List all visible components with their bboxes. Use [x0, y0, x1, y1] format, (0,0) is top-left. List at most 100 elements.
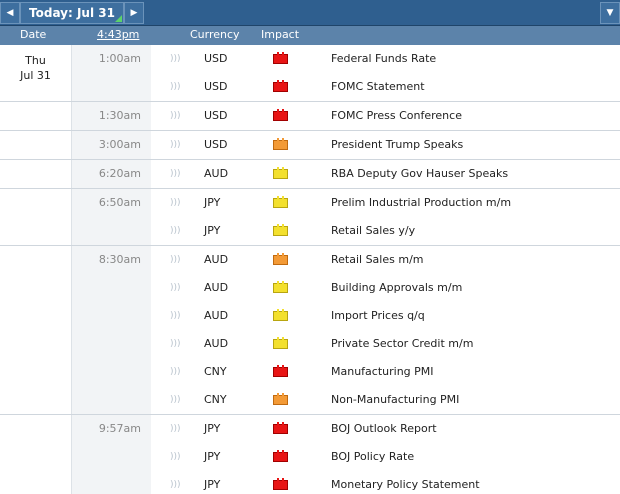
time-group: 8:30am))) AUD Retail Sales m/m))) AUD Buildi… [0, 245, 620, 414]
event-title[interactable]: Import Prices q/q [331, 309, 425, 322]
high-impact-icon[interactable] [273, 450, 288, 462]
date-column-header: Date [20, 28, 47, 41]
sound-icon[interactable]: ))) [170, 480, 181, 490]
currency-cell: USD [204, 52, 228, 65]
event-time: 1:00am [98, 52, 141, 65]
sound-icon[interactable]: ))) [170, 424, 181, 434]
high-impact-icon[interactable] [273, 478, 288, 490]
event-title[interactable]: FOMC Statement [331, 80, 425, 93]
time-cell: 8:30am [71, 246, 151, 274]
calendar-options-button[interactable]: ▼ [600, 2, 620, 24]
event-row[interactable]: 6:20am))) AUD RBA Deputy Gov Hauser Speaks [0, 160, 620, 188]
event-title[interactable]: Private Sector Credit m/m [331, 337, 473, 350]
event-row[interactable]: ))) AUD Building Approvals m/m [0, 274, 620, 302]
medium-impact-icon[interactable] [273, 138, 288, 150]
event-row[interactable]: ))) JPY Retail Sales y/y [0, 217, 620, 245]
sound-icon[interactable]: ))) [170, 255, 181, 265]
sound-icon[interactable]: ))) [170, 169, 181, 179]
event-title[interactable]: Retail Sales m/m [331, 253, 424, 266]
today-marker-icon [115, 15, 122, 22]
high-impact-icon[interactable] [273, 52, 288, 64]
event-title[interactable]: BOJ Outlook Report [331, 422, 437, 435]
currency-cell: AUD [204, 337, 229, 350]
event-title[interactable]: Prelim Industrial Production m/m [331, 196, 511, 209]
event-row[interactable]: ))) USD FOMC Statement [0, 73, 620, 101]
sound-icon[interactable]: ))) [170, 111, 181, 121]
time-cell: 6:50am [71, 189, 151, 217]
event-title[interactable]: Building Approvals m/m [331, 281, 462, 294]
time-cell: 6:20am [71, 160, 151, 188]
currency-cell: JPY [204, 450, 221, 463]
currency-cell: JPY [204, 478, 221, 491]
event-row[interactable]: 3:00am))) USD President Trump Speaks [0, 131, 620, 159]
sound-icon[interactable]: ))) [170, 283, 181, 293]
sound-icon[interactable]: ))) [170, 140, 181, 150]
event-row[interactable]: ))) JPY Monetary Policy Statement [0, 471, 620, 494]
event-time: 6:50am [98, 196, 141, 209]
low-impact-icon[interactable] [273, 337, 288, 349]
event-title[interactable]: FOMC Press Conference [331, 109, 462, 122]
sound-icon[interactable]: ))) [170, 339, 181, 349]
currency-cell: CNY [204, 365, 227, 378]
time-group: 1:00am))) USD Federal Funds Rate))) USD FOMC… [0, 45, 620, 101]
event-row[interactable]: ))) AUD Import Prices q/q [0, 302, 620, 330]
currency-cell: CNY [204, 393, 227, 406]
sound-icon[interactable]: ))) [170, 82, 181, 92]
low-impact-icon[interactable] [273, 224, 288, 236]
high-impact-icon[interactable] [273, 422, 288, 434]
sound-icon[interactable]: ))) [170, 395, 181, 405]
sound-icon[interactable]: ))) [170, 452, 181, 462]
currency-column-header: Currency [190, 28, 240, 41]
event-title[interactable]: Retail Sales y/y [331, 224, 415, 237]
event-title[interactable]: Monetary Policy Statement [331, 478, 480, 491]
event-row[interactable]: 8:30am))) AUD Retail Sales m/m [0, 246, 620, 274]
time-cell: 9:57am [71, 415, 151, 443]
event-time: 3:00am [98, 138, 141, 151]
current-time-link[interactable]: 4:43pm [97, 28, 139, 41]
chevron-down-icon: ▼ [606, 8, 614, 18]
low-impact-icon[interactable] [273, 167, 288, 179]
time-cell: 3:00am [71, 131, 151, 159]
sound-icon[interactable]: ))) [170, 367, 181, 377]
high-impact-icon[interactable] [273, 109, 288, 121]
left-arrow-icon: ◀ [6, 8, 14, 18]
sound-icon[interactable]: ))) [170, 226, 181, 236]
event-row[interactable]: 9:57am))) JPY BOJ Outlook Report [0, 415, 620, 443]
currency-cell: USD [204, 80, 228, 93]
currency-cell: JPY [204, 224, 221, 237]
currency-cell: AUD [204, 167, 229, 180]
sound-icon[interactable]: ))) [170, 198, 181, 208]
event-row[interactable]: ))) CNY Non-Manufacturing PMI [0, 386, 620, 414]
event-title[interactable]: BOJ Policy Rate [331, 450, 414, 463]
currency-cell: AUD [204, 281, 229, 294]
event-row[interactable]: 1:00am))) USD Federal Funds Rate [0, 45, 620, 73]
currency-cell: JPY [204, 196, 221, 209]
medium-impact-icon[interactable] [273, 253, 288, 265]
previous-day-button[interactable]: ◀ [0, 2, 20, 24]
impact-column-header: Impact [261, 28, 300, 41]
today-button[interactable]: Today: Jul 31 [20, 2, 124, 24]
low-impact-icon[interactable] [273, 309, 288, 321]
event-title[interactable]: Federal Funds Rate [331, 52, 436, 65]
high-impact-icon[interactable] [273, 365, 288, 377]
high-impact-icon[interactable] [273, 80, 288, 92]
time-group: 6:20am))) AUD RBA Deputy Gov Hauser Speaks [0, 159, 620, 188]
event-row[interactable]: 1:30am))) USD FOMC Press Conference [0, 102, 620, 130]
next-day-button[interactable]: ▶ [124, 2, 144, 24]
event-row[interactable]: ))) AUD Private Sector Credit m/m [0, 330, 620, 358]
event-title[interactable]: Manufacturing PMI [331, 365, 434, 378]
event-title[interactable]: President Trump Speaks [331, 138, 463, 151]
low-impact-icon[interactable] [273, 196, 288, 208]
sound-icon[interactable]: ))) [170, 54, 181, 64]
event-title[interactable]: RBA Deputy Gov Hauser Speaks [331, 167, 508, 180]
event-title[interactable]: Non-Manufacturing PMI [331, 393, 459, 406]
event-row[interactable]: ))) CNY Manufacturing PMI [0, 358, 620, 386]
right-arrow-icon: ▶ [130, 8, 138, 18]
event-row[interactable]: 6:50am))) JPY Prelim Industrial Production… [0, 189, 620, 217]
sound-icon[interactable]: ))) [170, 311, 181, 321]
time-group: 1:30am))) USD FOMC Press Conference [0, 101, 620, 130]
event-table: 1:00am))) USD Federal Funds Rate))) USD FOMC… [0, 45, 620, 494]
low-impact-icon[interactable] [273, 281, 288, 293]
medium-impact-icon[interactable] [273, 393, 288, 405]
event-row[interactable]: ))) JPY BOJ Policy Rate [0, 443, 620, 471]
